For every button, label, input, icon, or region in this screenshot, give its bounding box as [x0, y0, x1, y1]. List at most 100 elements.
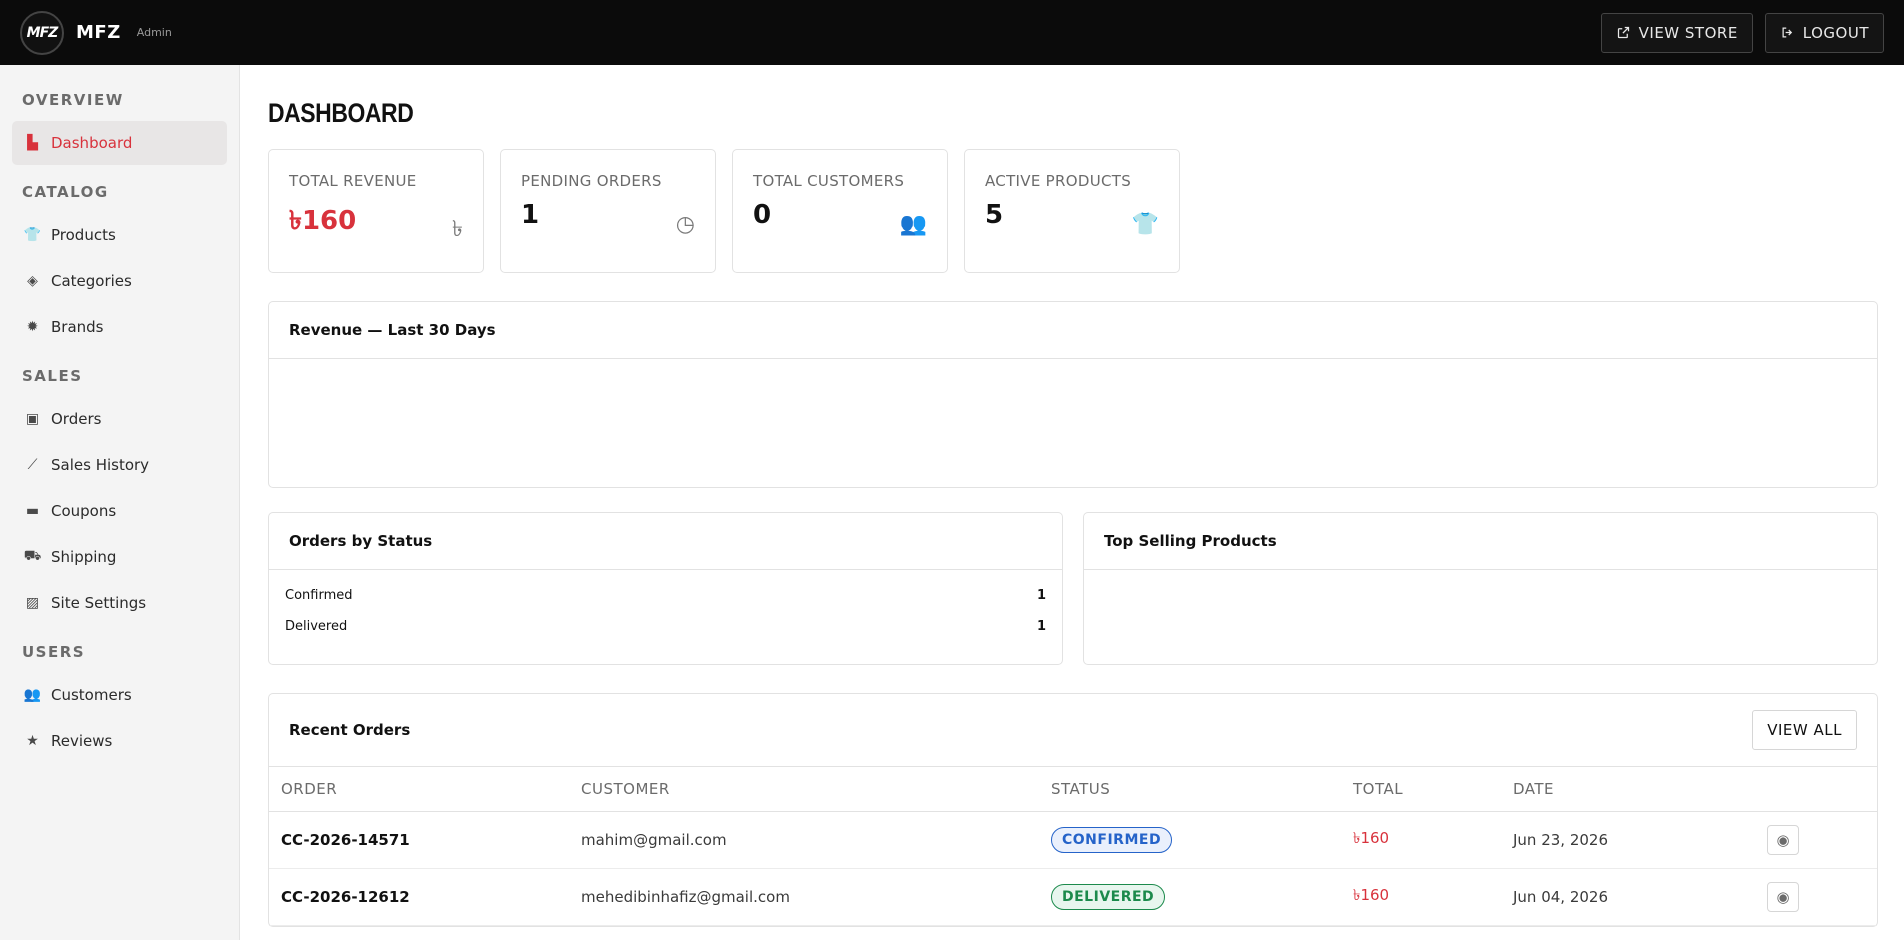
orders-by-status-card: Orders by Status Confirmed 1 Delivered 1: [268, 512, 1063, 665]
col-status: STATUS: [1039, 767, 1341, 812]
sidebar-item-products[interactable]: 👕 Products: [12, 213, 227, 257]
status-count: 1: [1036, 619, 1046, 634]
tags-icon: ◈: [27, 273, 38, 289]
section-sales: SALES: [22, 367, 83, 385]
stat-active-products: ACTIVE PRODUCTS 5 👕: [964, 149, 1180, 273]
page-title: DASHBOARD: [268, 98, 414, 128]
stat-total-revenue: TOTAL REVENUE ৳160 ৳: [268, 149, 484, 273]
order-date: Jun 04, 2026: [1501, 868, 1755, 926]
view-store-button[interactable]: VIEW STORE: [1600, 12, 1753, 53]
col-order: ORDER: [269, 767, 569, 812]
stat-value: 1: [521, 200, 540, 230]
section-overview: OVERVIEW: [22, 91, 124, 109]
ticket-icon: ▬: [25, 503, 40, 519]
col-total: TOTAL: [1341, 767, 1501, 812]
stats-row: TOTAL REVENUE ৳160 ৳ PENDING ORDERS 1 ◷ …: [268, 149, 1878, 273]
logout-button[interactable]: LOGOUT: [1764, 12, 1884, 53]
brand-name: MFZ: [76, 22, 121, 43]
eye-icon: ◉: [1776, 830, 1790, 849]
col-actions: [1755, 767, 1877, 812]
tshirt-icon: 👕: [23, 227, 42, 243]
sidebar-item-brands[interactable]: ✹ Brands: [12, 305, 227, 349]
stat-label: PENDING ORDERS: [521, 172, 662, 190]
badge-icon: ✹: [26, 319, 39, 335]
recent-orders-table: ORDER CUSTOMER STATUS TOTAL DATE CC-2026…: [269, 767, 1877, 926]
sidebar-item-label: Customers: [51, 686, 132, 704]
order-id: CC-2026-12612: [269, 868, 569, 926]
customer-email: mehedibinhafiz@gmail.com: [569, 868, 1039, 926]
sidebar-item-shipping[interactable]: ⛟ Shipping: [12, 535, 227, 579]
sidebar-item-label: Categories: [51, 272, 132, 290]
recent-orders-title: Recent Orders: [289, 721, 411, 739]
sidebar-item-orders[interactable]: ▣ Orders: [12, 397, 227, 441]
table-header-row: ORDER CUSTOMER STATUS TOTAL DATE: [269, 767, 1877, 812]
logo[interactable]: MFZ: [20, 10, 64, 55]
revenue-chart-card: Revenue — Last 30 Days: [268, 301, 1878, 488]
orders-by-status-title: Orders by Status: [269, 513, 1062, 570]
logout-icon: [1782, 27, 1792, 38]
status-label: Delivered: [285, 619, 348, 634]
stat-pending-orders: PENDING ORDERS 1 ◷: [500, 149, 716, 273]
revenue-chart-title: Revenue — Last 30 Days: [269, 302, 1877, 359]
customer-email: mahim@gmail.com: [569, 811, 1039, 869]
stat-label: TOTAL REVENUE: [289, 172, 417, 190]
sidebar-item-label: Site Settings: [51, 594, 147, 612]
status-badge: DELIVERED: [1051, 883, 1166, 910]
section-catalog: CATALOG: [22, 183, 109, 201]
users-icon: 👥: [23, 687, 42, 703]
view-all-button[interactable]: VIEW ALL: [1752, 710, 1857, 750]
col-date: DATE: [1501, 767, 1755, 812]
sidebar-item-customers[interactable]: 👥 Customers: [12, 673, 227, 717]
brand-subtitle: Admin: [136, 26, 172, 39]
table-row: CC-2026-14571 mahim@gmail.com CONFIRMED …: [269, 811, 1877, 869]
stat-label: ACTIVE PRODUCTS: [985, 172, 1132, 190]
sidebar-item-label: Products: [51, 226, 116, 244]
order-date: Jun 23, 2026: [1501, 811, 1755, 869]
main-content: DASHBOARD TOTAL REVENUE ৳160 ৳ PENDING O…: [268, 65, 1878, 927]
view-order-button[interactable]: ◉: [1767, 881, 1799, 912]
tshirt-icon: 👕: [1131, 212, 1159, 237]
section-users: USERS: [22, 643, 86, 661]
star-icon: ★: [26, 733, 39, 749]
stat-label: TOTAL CUSTOMERS: [753, 172, 905, 190]
view-store-label: VIEW STORE: [1638, 23, 1738, 42]
external-link-icon: [1617, 26, 1629, 39]
sidebar-item-label: Shipping: [51, 548, 117, 566]
order-id: CC-2026-14571: [269, 811, 569, 869]
table-row: CC-2026-12612 mehedibinhafiz@gmail.com D…: [269, 868, 1877, 926]
truck-icon: ⛟: [23, 548, 42, 564]
sidebar: OVERVIEW ▙ Dashboard CATALOG 👕 Products ◈ C…: [0, 65, 240, 940]
top-bar: MFZ MFZ Admin VIEW STORE LOGOUT: [0, 0, 1904, 65]
line-chart-icon: ⟋: [27, 457, 38, 473]
sidebar-item-label: Coupons: [51, 502, 117, 520]
sidebar-item-label: Reviews: [51, 732, 113, 750]
eye-icon: ◉: [1776, 887, 1790, 906]
stat-total-customers: TOTAL CUSTOMERS 0 👥: [732, 149, 948, 273]
clock-icon: ◷: [675, 212, 695, 237]
stat-value: ৳160: [289, 206, 357, 236]
sidebar-item-coupons[interactable]: ▬ Coupons: [12, 489, 227, 533]
sidebar-item-reviews[interactable]: ★ Reviews: [12, 719, 227, 763]
taka-icon: ৳: [452, 217, 463, 242]
status-label: Confirmed: [285, 588, 353, 603]
sidebar-item-dashboard[interactable]: ▙ Dashboard: [12, 121, 227, 165]
image-icon: ▨: [25, 595, 40, 611]
order-total: ৳160: [1341, 868, 1501, 926]
sidebar-item-label: Orders: [51, 410, 102, 428]
sidebar-item-label: Brands: [51, 318, 104, 336]
view-order-button[interactable]: ◉: [1767, 824, 1799, 855]
top-selling-card: Top Selling Products: [1083, 512, 1878, 665]
logout-label: LOGOUT: [1802, 23, 1869, 42]
status-row: Confirmed 1: [269, 580, 1062, 611]
order-total: ৳160: [1341, 811, 1501, 869]
sidebar-item-categories[interactable]: ◈ Categories: [12, 259, 227, 303]
col-customer: CUSTOMER: [569, 767, 1039, 812]
chart-icon: ▙: [27, 135, 38, 151]
sidebar-item-sales-history[interactable]: ⟋ Sales History: [12, 443, 227, 487]
status-badge: CONFIRMED: [1051, 826, 1173, 853]
box-icon: ▣: [25, 411, 40, 427]
sidebar-item-site-settings[interactable]: ▨ Site Settings: [12, 581, 227, 625]
top-selling-title: Top Selling Products: [1084, 513, 1877, 570]
status-row: Delivered 1: [269, 611, 1062, 642]
sidebar-item-label: Dashboard: [51, 134, 133, 152]
